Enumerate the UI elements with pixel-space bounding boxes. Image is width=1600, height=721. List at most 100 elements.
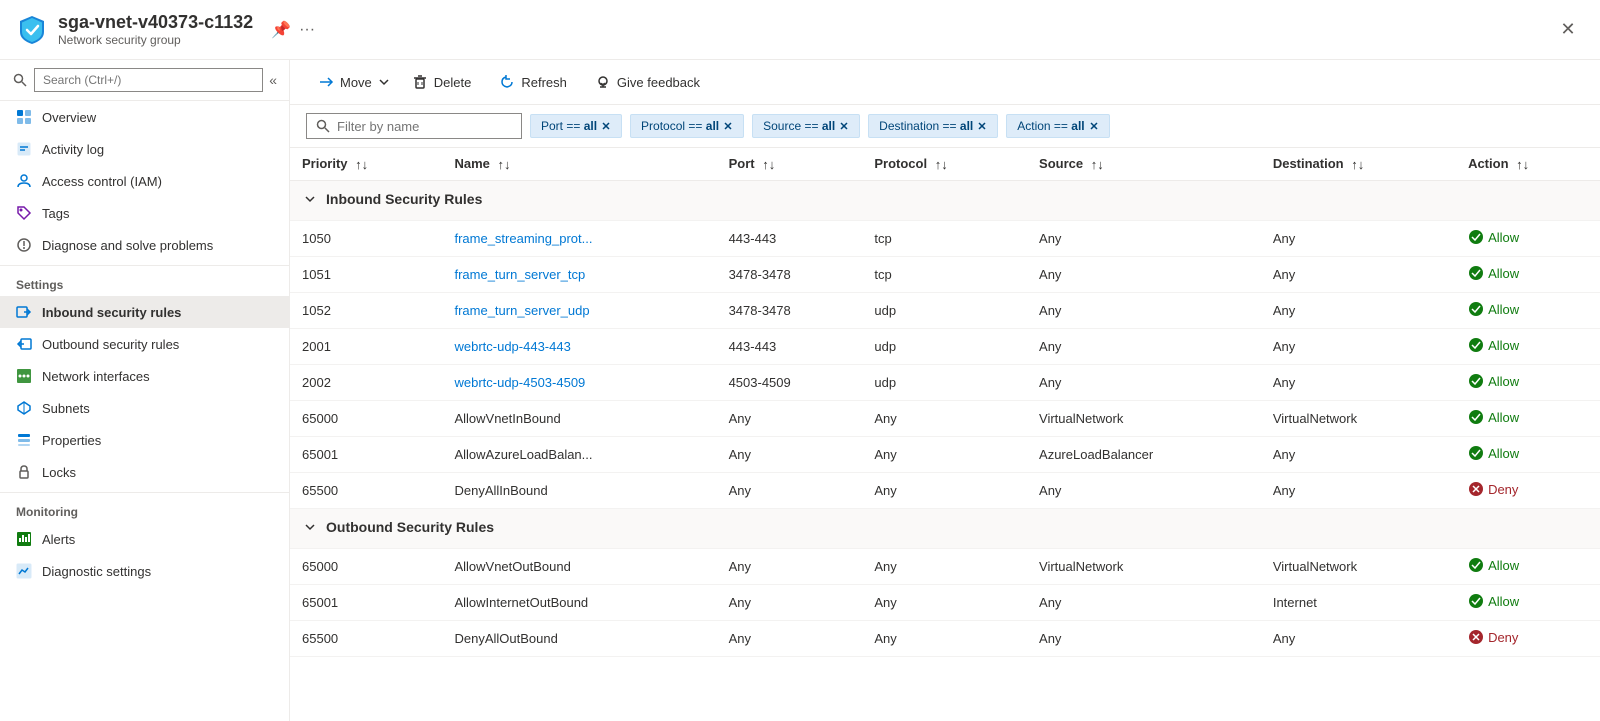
table-row: 1051 frame_turn_server_tcp 3478-3478 tcp…	[290, 257, 1600, 293]
source-cell: Any	[1027, 473, 1261, 509]
sidebar-item-label: Diagnostic settings	[42, 564, 151, 579]
protocol-filter-remove[interactable]	[723, 121, 733, 131]
name-sort-icon: ↑↓	[498, 157, 511, 172]
priority-cell: 65500	[290, 473, 442, 509]
search-input[interactable]	[34, 68, 263, 92]
name-filter-input[interactable]	[337, 119, 513, 134]
table-row: 2002 webrtc-udp-4503-4509 4503-4509 udp …	[290, 365, 1600, 401]
sidebar-search-box: «	[0, 60, 289, 101]
rule-name: DenyAllInBound	[454, 483, 547, 498]
action-header[interactable]: Action ↑↓	[1456, 148, 1600, 181]
inbound-rules-icon	[16, 304, 32, 320]
name-cell: webrtc-udp-4503-4509	[442, 365, 716, 401]
destination-sort-icon: ↑↓	[1351, 157, 1364, 172]
toolbar: Move Delete	[290, 60, 1600, 105]
feedback-button[interactable]: Give feedback	[583, 68, 712, 96]
filter-bar: Port == all Protocol == all Source == al…	[290, 105, 1600, 148]
diagnose-icon	[16, 237, 32, 253]
move-button[interactable]: Move	[306, 68, 396, 96]
source-cell: VirtualNetwork	[1027, 401, 1261, 437]
sidebar-item-access-control[interactable]: Access control (IAM)	[0, 165, 289, 197]
refresh-icon	[499, 74, 515, 90]
name-cell: DenyAllOutBound	[442, 621, 716, 657]
name-cell: AllowInternetOutBound	[442, 585, 716, 621]
sidebar-item-tags[interactable]: Tags	[0, 197, 289, 229]
destination-filter-remove[interactable]	[977, 121, 987, 131]
pin-icon[interactable]: 📌	[271, 20, 291, 40]
iam-icon	[16, 173, 32, 189]
sidebar-item-subnets[interactable]: Subnets	[0, 392, 289, 424]
name-cell: AllowAzureLoadBalan...	[442, 437, 716, 473]
priority-cell: 65500	[290, 621, 442, 657]
port-filter-chip[interactable]: Port == all	[530, 114, 622, 138]
sidebar-item-label: Activity log	[42, 142, 104, 157]
port-filter-remove[interactable]	[601, 121, 611, 131]
sidebar-item-diagnostic-settings[interactable]: Diagnostic settings	[0, 555, 289, 587]
action-filter-remove[interactable]	[1089, 121, 1099, 131]
port-header[interactable]: Port ↑↓	[717, 148, 863, 181]
rule-name-link[interactable]: frame_turn_server_tcp	[454, 267, 585, 282]
protocol-filter-chip[interactable]: Protocol == all	[630, 114, 744, 138]
action-allow-badge: Allow	[1468, 593, 1519, 609]
destination-header[interactable]: Destination ↑↓	[1261, 148, 1456, 181]
rule-name-link[interactable]: webrtc-udp-4503-4509	[454, 375, 585, 390]
sidebar-item-outbound-rules[interactable]: Outbound security rules	[0, 328, 289, 360]
rules-table-container: Priority ↑↓ Name ↑↓ Port ↑↓ Protocol ↑↓ …	[290, 148, 1600, 721]
source-filter-chip[interactable]: Source == all	[752, 114, 860, 138]
sidebar-item-diagnose[interactable]: Diagnose and solve problems	[0, 229, 289, 261]
sidebar-item-label: Network interfaces	[42, 369, 150, 384]
title-action-icons: 📌 ···	[271, 20, 315, 40]
source-filter-label: Source == all	[763, 119, 835, 133]
source-cell: Any	[1027, 329, 1261, 365]
destination-filter-chip[interactable]: Destination == all	[868, 114, 998, 138]
name-header[interactable]: Name ↑↓	[442, 148, 716, 181]
allow-icon	[1468, 301, 1484, 317]
sidebar-item-label: Diagnose and solve problems	[42, 238, 213, 253]
action-filter-chip[interactable]: Action == all	[1006, 114, 1109, 138]
action-cell: Allow	[1456, 549, 1600, 585]
action-cell: Allow	[1456, 437, 1600, 473]
protocol-cell: Any	[862, 437, 1027, 473]
priority-header[interactable]: Priority ↑↓	[290, 148, 442, 181]
action-cell: Allow	[1456, 365, 1600, 401]
source-header[interactable]: Source ↑↓	[1027, 148, 1261, 181]
sidebar-item-properties[interactable]: Properties	[0, 424, 289, 456]
filter-search-icon	[315, 118, 331, 134]
table-row: 65500 DenyAllInBound Any Any Any Any Den…	[290, 473, 1600, 509]
port-cell: 3478-3478	[717, 257, 863, 293]
rule-name-link[interactable]: frame_streaming_prot...	[454, 231, 592, 246]
source-filter-remove[interactable]	[839, 121, 849, 131]
close-button[interactable]: ✕	[1552, 14, 1584, 46]
action-cell: Allow	[1456, 293, 1600, 329]
protocol-cell: Any	[862, 585, 1027, 621]
refresh-button[interactable]: Refresh	[487, 68, 579, 96]
sidebar-item-activity-log[interactable]: Activity log	[0, 133, 289, 165]
inbound-toggle-icon[interactable]	[302, 191, 318, 207]
inbound-section-header: Inbound Security Rules	[290, 181, 1600, 221]
rule-name: AllowVnetOutBound	[454, 559, 570, 574]
port-filter-label: Port == all	[541, 119, 597, 133]
destination-cell: Any	[1261, 257, 1456, 293]
delete-icon	[412, 74, 428, 90]
delete-button[interactable]: Delete	[400, 68, 484, 96]
refresh-label: Refresh	[521, 75, 567, 90]
protocol-filter-label: Protocol == all	[641, 119, 719, 133]
sidebar-item-label: Overview	[42, 110, 96, 125]
delete-label: Delete	[434, 75, 472, 90]
protocol-header[interactable]: Protocol ↑↓	[862, 148, 1027, 181]
move-label: Move	[340, 75, 372, 90]
outbound-section-header: Outbound Security Rules	[290, 509, 1600, 549]
source-cell: Any	[1027, 365, 1261, 401]
rule-name-link[interactable]: frame_turn_server_udp	[454, 303, 589, 318]
sidebar-item-network-interfaces[interactable]: Network interfaces	[0, 360, 289, 392]
rule-name-link[interactable]: webrtc-udp-443-443	[454, 339, 570, 354]
destination-cell: Any	[1261, 293, 1456, 329]
sidebar-item-alerts[interactable]: Alerts	[0, 523, 289, 555]
more-options-icon[interactable]: ···	[299, 21, 315, 39]
sidebar-item-locks[interactable]: Locks	[0, 456, 289, 488]
collapse-sidebar-button[interactable]: «	[269, 72, 277, 88]
sidebar-item-overview[interactable]: Overview	[0, 101, 289, 133]
outbound-toggle-icon[interactable]	[302, 519, 318, 535]
sidebar-item-inbound-rules[interactable]: Inbound security rules	[0, 296, 289, 328]
rule-name: AllowAzureLoadBalan...	[454, 447, 592, 462]
